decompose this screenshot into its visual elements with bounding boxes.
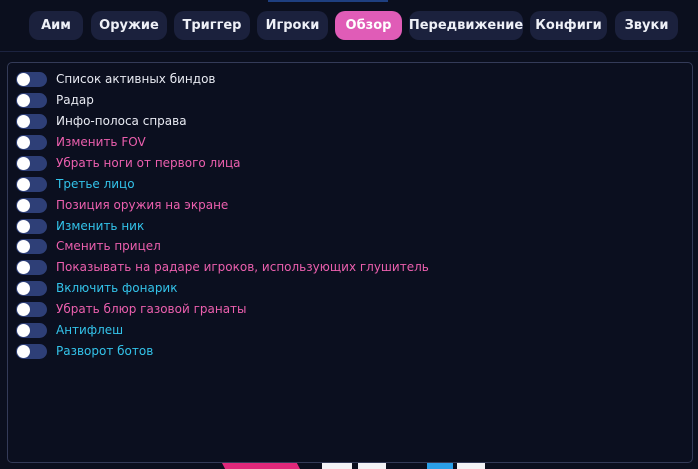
tab-movement[interactable]: Передвижение [409,11,523,40]
toggle-knob [17,302,30,316]
option-flashlight[interactable]: Включить фонарик [16,280,177,296]
option-active-binds-list[interactable]: Список активных биндов [16,71,215,87]
bottom-white-decoration [457,463,485,469]
option-hide-legs[interactable]: Убрать ноги от первого лица [16,155,241,171]
option-weapon-position[interactable]: Позиция оружия на экране [16,197,228,213]
toggle-knob [17,198,30,212]
option-label: Включить фонарик [56,281,178,295]
option-remove-smoke-blur[interactable]: Убрать блюр газовой гранаты [16,301,247,317]
toggle-switch[interactable] [16,134,47,150]
option-label: Радар [56,93,94,107]
toggle-knob [17,156,30,170]
toggle-switch[interactable] [16,197,47,213]
option-bot-spin[interactable]: Разворот ботов [16,343,153,359]
option-antiflash[interactable]: Антифлеш [16,322,123,338]
option-label: Разворот ботов [56,344,154,358]
toggle-knob [17,72,30,86]
option-label: Показывать на радаре игроков, использующ… [56,260,429,274]
bottom-blue-decoration [427,463,453,469]
toggle-knob [17,114,30,128]
toggle-switch[interactable] [16,280,47,296]
option-label: Антифлеш [56,323,124,337]
toggle-knob [17,323,30,337]
option-change-nick[interactable]: Изменить ник [16,218,144,234]
toggle-knob [17,135,30,149]
option-radar-silencer[interactable]: Показывать на радаре игроков, использующ… [16,259,429,275]
toggle-switch[interactable] [16,113,47,129]
bottom-pink-decoration [222,463,300,469]
toggle-knob [17,239,30,253]
tab-configs[interactable]: Конфиги [530,11,607,40]
option-label: Список активных биндов [56,72,216,86]
toggle-knob [17,219,30,233]
tab-overview[interactable]: Обзор [335,11,402,40]
toggle-switch[interactable] [16,92,47,108]
option-label: Третье лицо [56,177,135,191]
toggle-switch[interactable] [16,343,47,359]
toggle-switch[interactable] [16,238,47,254]
option-label: Изменить ник [56,219,145,233]
toggle-switch[interactable] [16,218,47,234]
toggle-switch[interactable] [16,155,47,171]
option-label: Сменить прицел [56,239,161,253]
tab-weapons[interactable]: Оружие [91,11,167,40]
option-third-person[interactable]: Третье лицо [16,176,135,192]
option-label: Инфо-полоса справа [56,114,187,128]
tab-trigger[interactable]: Триггер [174,11,250,40]
tab-bar: Аим Оружие Триггер Игроки Обзор Передвиж… [0,0,698,52]
tab-sounds[interactable]: Звуки [615,11,678,40]
toggle-knob [17,281,30,295]
toggle-knob [17,344,30,358]
option-label: Позиция оружия на экране [56,198,229,212]
tab-players[interactable]: Игроки [257,11,328,40]
toggle-switch[interactable] [16,301,47,317]
toggle-knob [17,177,30,191]
bottom-white-decoration [358,463,386,469]
option-label: Убрать блюр газовой гранаты [56,302,247,316]
toggle-switch[interactable] [16,176,47,192]
toggle-switch[interactable] [16,259,47,275]
settings-panel: Список активных биндов Радар Инфо-полоса… [7,62,693,463]
option-info-bar-right[interactable]: Инфо-полоса справа [16,113,187,129]
toggle-switch[interactable] [16,322,47,338]
option-radar[interactable]: Радар [16,92,94,108]
option-label: Изменить FOV [56,135,146,149]
tab-aim[interactable]: Аим [29,11,83,40]
toggle-knob [17,260,30,274]
option-change-fov[interactable]: Изменить FOV [16,134,146,150]
option-change-crosshair[interactable]: Сменить прицел [16,238,161,254]
toggle-switch[interactable] [16,71,47,87]
option-label: Убрать ноги от первого лица [56,156,241,170]
toggle-knob [17,93,30,107]
bottom-white-decoration [322,463,352,469]
